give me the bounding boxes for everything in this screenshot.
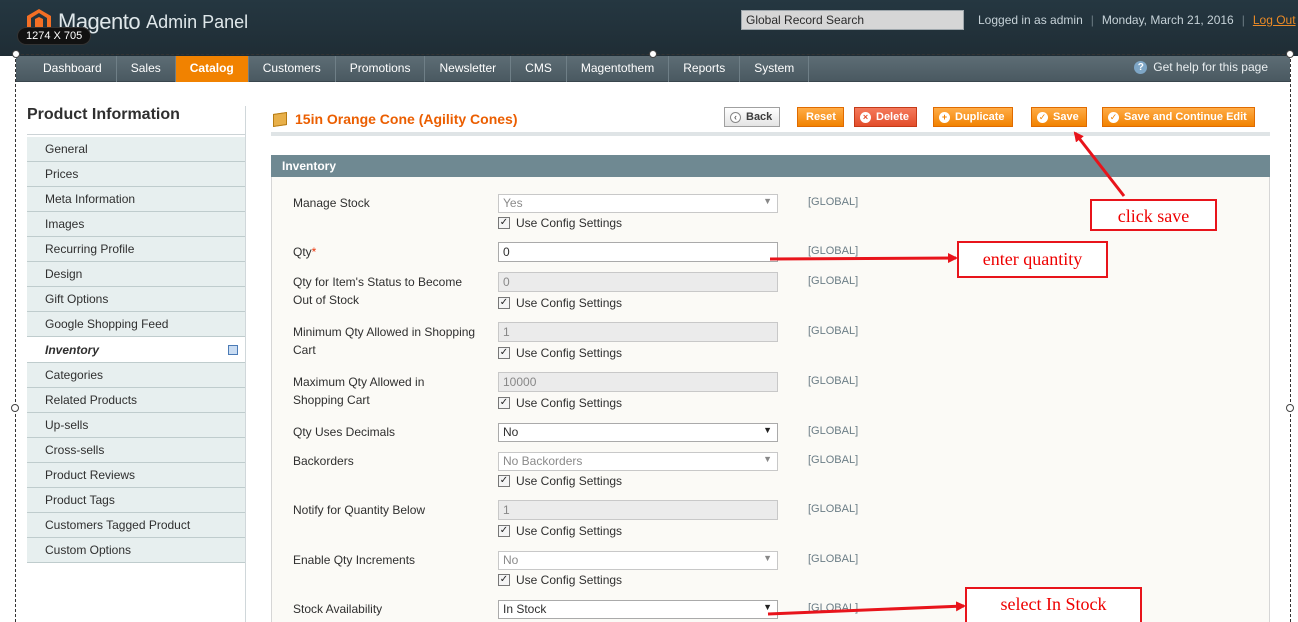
note-click-save: click save [1090,199,1217,231]
annotation-arrows [767,131,1126,616]
note-enter-quantity: enter quantity [957,241,1108,278]
arrow-to-qty [769,253,958,264]
arrow-to-stock [767,601,966,616]
note-select-in-stock: select In Stock [965,587,1142,622]
arrow-to-save [1073,131,1126,197]
